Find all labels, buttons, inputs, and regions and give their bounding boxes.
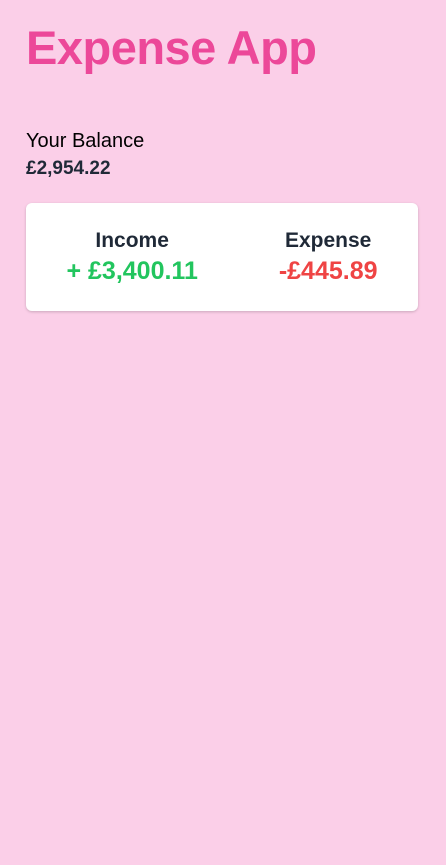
income-summary: Income + £3,400.11 [66, 228, 197, 286]
balance-value: £2,954.22 [26, 158, 111, 179]
balance-label: Your Balance [26, 130, 145, 152]
income-expense-card: Income + £3,400.11 Expense -£445.89 [26, 203, 418, 311]
app-title: Expense App [26, 21, 317, 74]
expense-summary: Expense -£445.89 [279, 228, 378, 286]
expense-value: -£445.89 [278, 257, 378, 285]
income-label: Income [95, 229, 169, 252]
balance-section: Your Balance £2,954.22 [26, 129, 418, 180]
income-value: + £3,400.11 [66, 257, 198, 285]
app-container: Expense App Your Balance £2,954.22 Incom… [0, 0, 446, 311]
expense-label: Expense [284, 229, 372, 252]
